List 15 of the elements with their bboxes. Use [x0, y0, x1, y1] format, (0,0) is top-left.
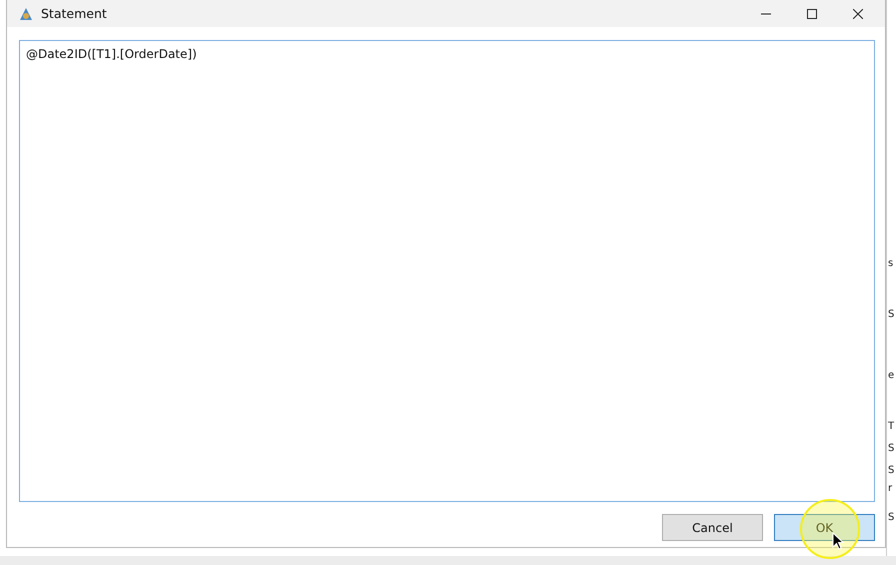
background-label: S [888, 309, 894, 320]
background-label: S [888, 443, 894, 454]
background-label: e [888, 370, 894, 381]
background-label: S [888, 465, 894, 476]
ok-button[interactable]: OK [774, 514, 875, 541]
background-label: s [888, 258, 894, 269]
app-icon [18, 6, 34, 22]
background-label: r [888, 483, 892, 494]
background-label: S [888, 512, 894, 523]
close-icon[interactable] [853, 8, 863, 18]
cancel-button[interactable]: Cancel [662, 514, 763, 541]
background-label: T [888, 421, 894, 432]
maximize-icon[interactable] [807, 8, 817, 18]
statement-field[interactable]: @Date2ID([T1].[OrderDate]) [19, 40, 875, 502]
window-title: Statement [41, 6, 107, 21]
